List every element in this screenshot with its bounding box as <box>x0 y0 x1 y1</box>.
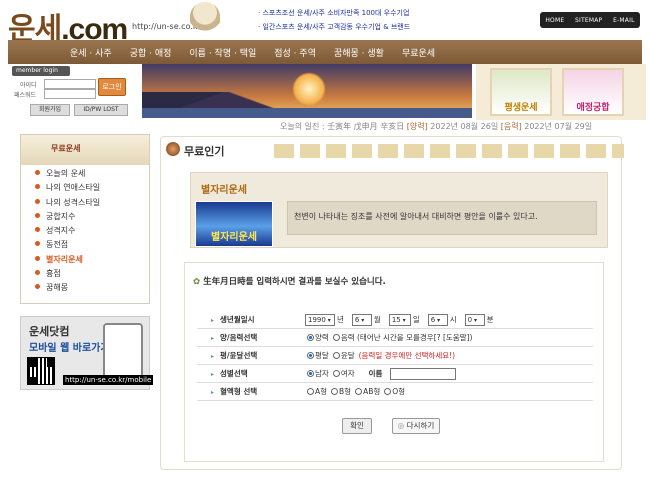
home-link[interactable]: HOME <box>545 17 564 24</box>
solar-radio[interactable] <box>307 334 314 341</box>
promo-lifetime-fortune[interactable]: 평생운세 <box>490 68 552 116</box>
join-button[interactable]: 회원가입 <box>30 104 70 116</box>
pw-label: 패스워드 <box>14 92 37 99</box>
calendar-label: 양/음력선택 <box>197 332 303 343</box>
leap-note: (음력일 경우에만 선택하세요!) <box>358 351 456 360</box>
blood-ab-radio[interactable] <box>355 388 363 395</box>
sidebar-item[interactable]: 동전점 <box>35 238 149 252</box>
award-2: · 일간스포츠 운세/사주 고객감동 우수기업 & 브랜드 <box>258 23 411 31</box>
blood-b-radio[interactable] <box>331 388 339 395</box>
mobile-ad[interactable]: 운세닷컴 모바일 웹 바로가기! http://un-se.co.kr/mobi… <box>20 316 154 390</box>
blood-o-radio[interactable] <box>384 388 392 395</box>
sitemap-link[interactable]: SITEMAP <box>575 17 602 24</box>
landscape-banner <box>142 64 472 118</box>
sidebar-item-active[interactable]: 별자리운세 <box>35 253 149 267</box>
month-select[interactable]: 6 <box>351 313 372 326</box>
id-input[interactable] <box>44 79 96 89</box>
mobile-ad-subtitle: 모바일 웹 바로가기! <box>29 343 115 354</box>
sidebar: 무료운세 오늘의 운세 나의 연애스타일 나의 성격스타일 궁합지수 성격지수 … <box>20 134 150 304</box>
qr-code-icon <box>27 357 55 385</box>
nav-item-dream[interactable]: 꿈해몽 · 생활 <box>334 46 384 59</box>
row-gender: 성별선택 남자 여자 이름 <box>197 365 593 383</box>
sidebar-menu: 오늘의 운세 나의 연애스타일 나의 성격스타일 궁합지수 성격지수 동전점 별… <box>21 165 149 296</box>
sidebar-item[interactable]: 성격지수 <box>35 224 149 238</box>
day-select[interactable]: 15 <box>388 313 411 326</box>
today-info: 오늘의 일진 : 壬寅年 戊申月 辛亥日 [양력] 2022년 08월 26일 … <box>280 122 593 131</box>
pw-input[interactable] <box>44 89 96 99</box>
mobile-url[interactable]: http://un-se.co.kr/mobile <box>63 375 154 385</box>
male-radio[interactable] <box>307 370 314 377</box>
blood-a-radio[interactable] <box>307 388 314 395</box>
row-birth: 생년월일시 1990년 6월 15일 6시 0분 <box>197 311 593 329</box>
birth-label: 생년월일시 <box>197 314 303 325</box>
sidebar-item[interactable]: 흉점 <box>35 267 149 281</box>
name-input[interactable] <box>390 367 457 380</box>
minute-select[interactable]: 0 <box>464 313 485 326</box>
nav-item-free[interactable]: 무료운세 <box>402 46 435 59</box>
section-title: 별자리운세 <box>201 185 247 196</box>
main-title: 무료인기 <box>184 145 225 158</box>
mobile-ad-title: 운세닷컴 <box>29 325 70 338</box>
phone-image <box>103 323 143 383</box>
service-description: 천변이 나타내는 징조를 사전에 알아내서 대비하면 평안을 이룰수 있다고. <box>287 201 597 235</box>
sea-graphic <box>142 108 472 118</box>
service-info-box: 별자리운세 별자리운세 천변이 나타내는 징조를 사전에 알아내서 대비하면 평… <box>190 172 608 248</box>
sidebar-item[interactable]: 나의 성격스타일 <box>35 196 149 210</box>
nav-item-naming[interactable]: 이름 · 작명 · 택일 <box>189 46 256 59</box>
name-label: 이름 <box>368 369 383 378</box>
sidebar-item[interactable]: 꿈해몽 <box>35 281 149 295</box>
promo-love-match[interactable]: 애정궁합 <box>562 68 624 116</box>
nav-item-astrology[interactable]: 점성 · 주역 <box>274 46 316 59</box>
normal-month-radio[interactable] <box>307 352 314 359</box>
gender-label: 성별선택 <box>197 368 303 379</box>
nav-item-fortune[interactable]: 운세 · 사주 <box>70 46 112 59</box>
leap-label: 평/윤달선택 <box>197 350 303 361</box>
email-link[interactable]: E-MAIL <box>613 17 635 24</box>
member-login-title: member login <box>12 66 70 76</box>
sidebar-item[interactable]: 궁합지수 <box>35 210 149 224</box>
sidebar-item[interactable]: 나의 연애스타일 <box>35 181 149 195</box>
login-button[interactable]: 로그인 <box>98 78 126 96</box>
leap-month-radio[interactable] <box>332 352 340 359</box>
hour-select[interactable]: 6 <box>427 313 448 326</box>
ornament-border <box>274 144 624 158</box>
constellation-image: 별자리운세 <box>195 201 273 247</box>
main-nav: 운세 · 사주 궁합 · 애정 이름 · 작명 · 택일 점성 · 주역 꿈해몽… <box>8 40 642 64</box>
sidebar-title: 무료운세 <box>21 135 149 165</box>
blood-label: 혈액형 선택 <box>197 386 303 397</box>
awards-text: · 스포츠조선 운세/사주 소비자만족 100대 우수기업 · 일간스포츠 운세… <box>258 6 410 34</box>
title-icon <box>166 142 180 156</box>
row-blood: 혈액형 선택 A형 B형 AB형 O형 <box>197 383 593 401</box>
nav-item-match[interactable]: 궁합 · 애정 <box>130 46 172 59</box>
confirm-button[interactable]: 확인 <box>342 418 372 434</box>
id-label: 아이디 <box>20 82 37 89</box>
year-select[interactable]: 1990 <box>305 313 335 326</box>
mascot-image <box>190 2 220 38</box>
sidebar-item[interactable]: 오늘의 운세 <box>35 167 149 181</box>
lunar-radio[interactable] <box>332 334 340 341</box>
reset-button[interactable]: 다시하기 <box>392 418 440 434</box>
female-radio[interactable] <box>332 370 340 377</box>
promo-area: 평생운세 애정궁합 <box>476 64 646 120</box>
row-leap: 평/윤달선택 평달 윤달 (음력일 경우에만 선택하세요!) <box>197 347 593 365</box>
row-calendar: 양/음력선택 양력 음력 (태어난 시간을 모를경우[? [도움말]) <box>197 329 593 347</box>
form-heading: 生年月日時를 입력하시면 결과를 보실수 있습니다. <box>193 275 386 287</box>
lost-button[interactable]: ID/PW LOST <box>74 104 128 116</box>
top-links: HOME SITEMAP E-MAIL <box>540 12 640 28</box>
award-1: · 스포츠조선 운세/사주 소비자만족 100대 우수기업 <box>258 9 410 17</box>
